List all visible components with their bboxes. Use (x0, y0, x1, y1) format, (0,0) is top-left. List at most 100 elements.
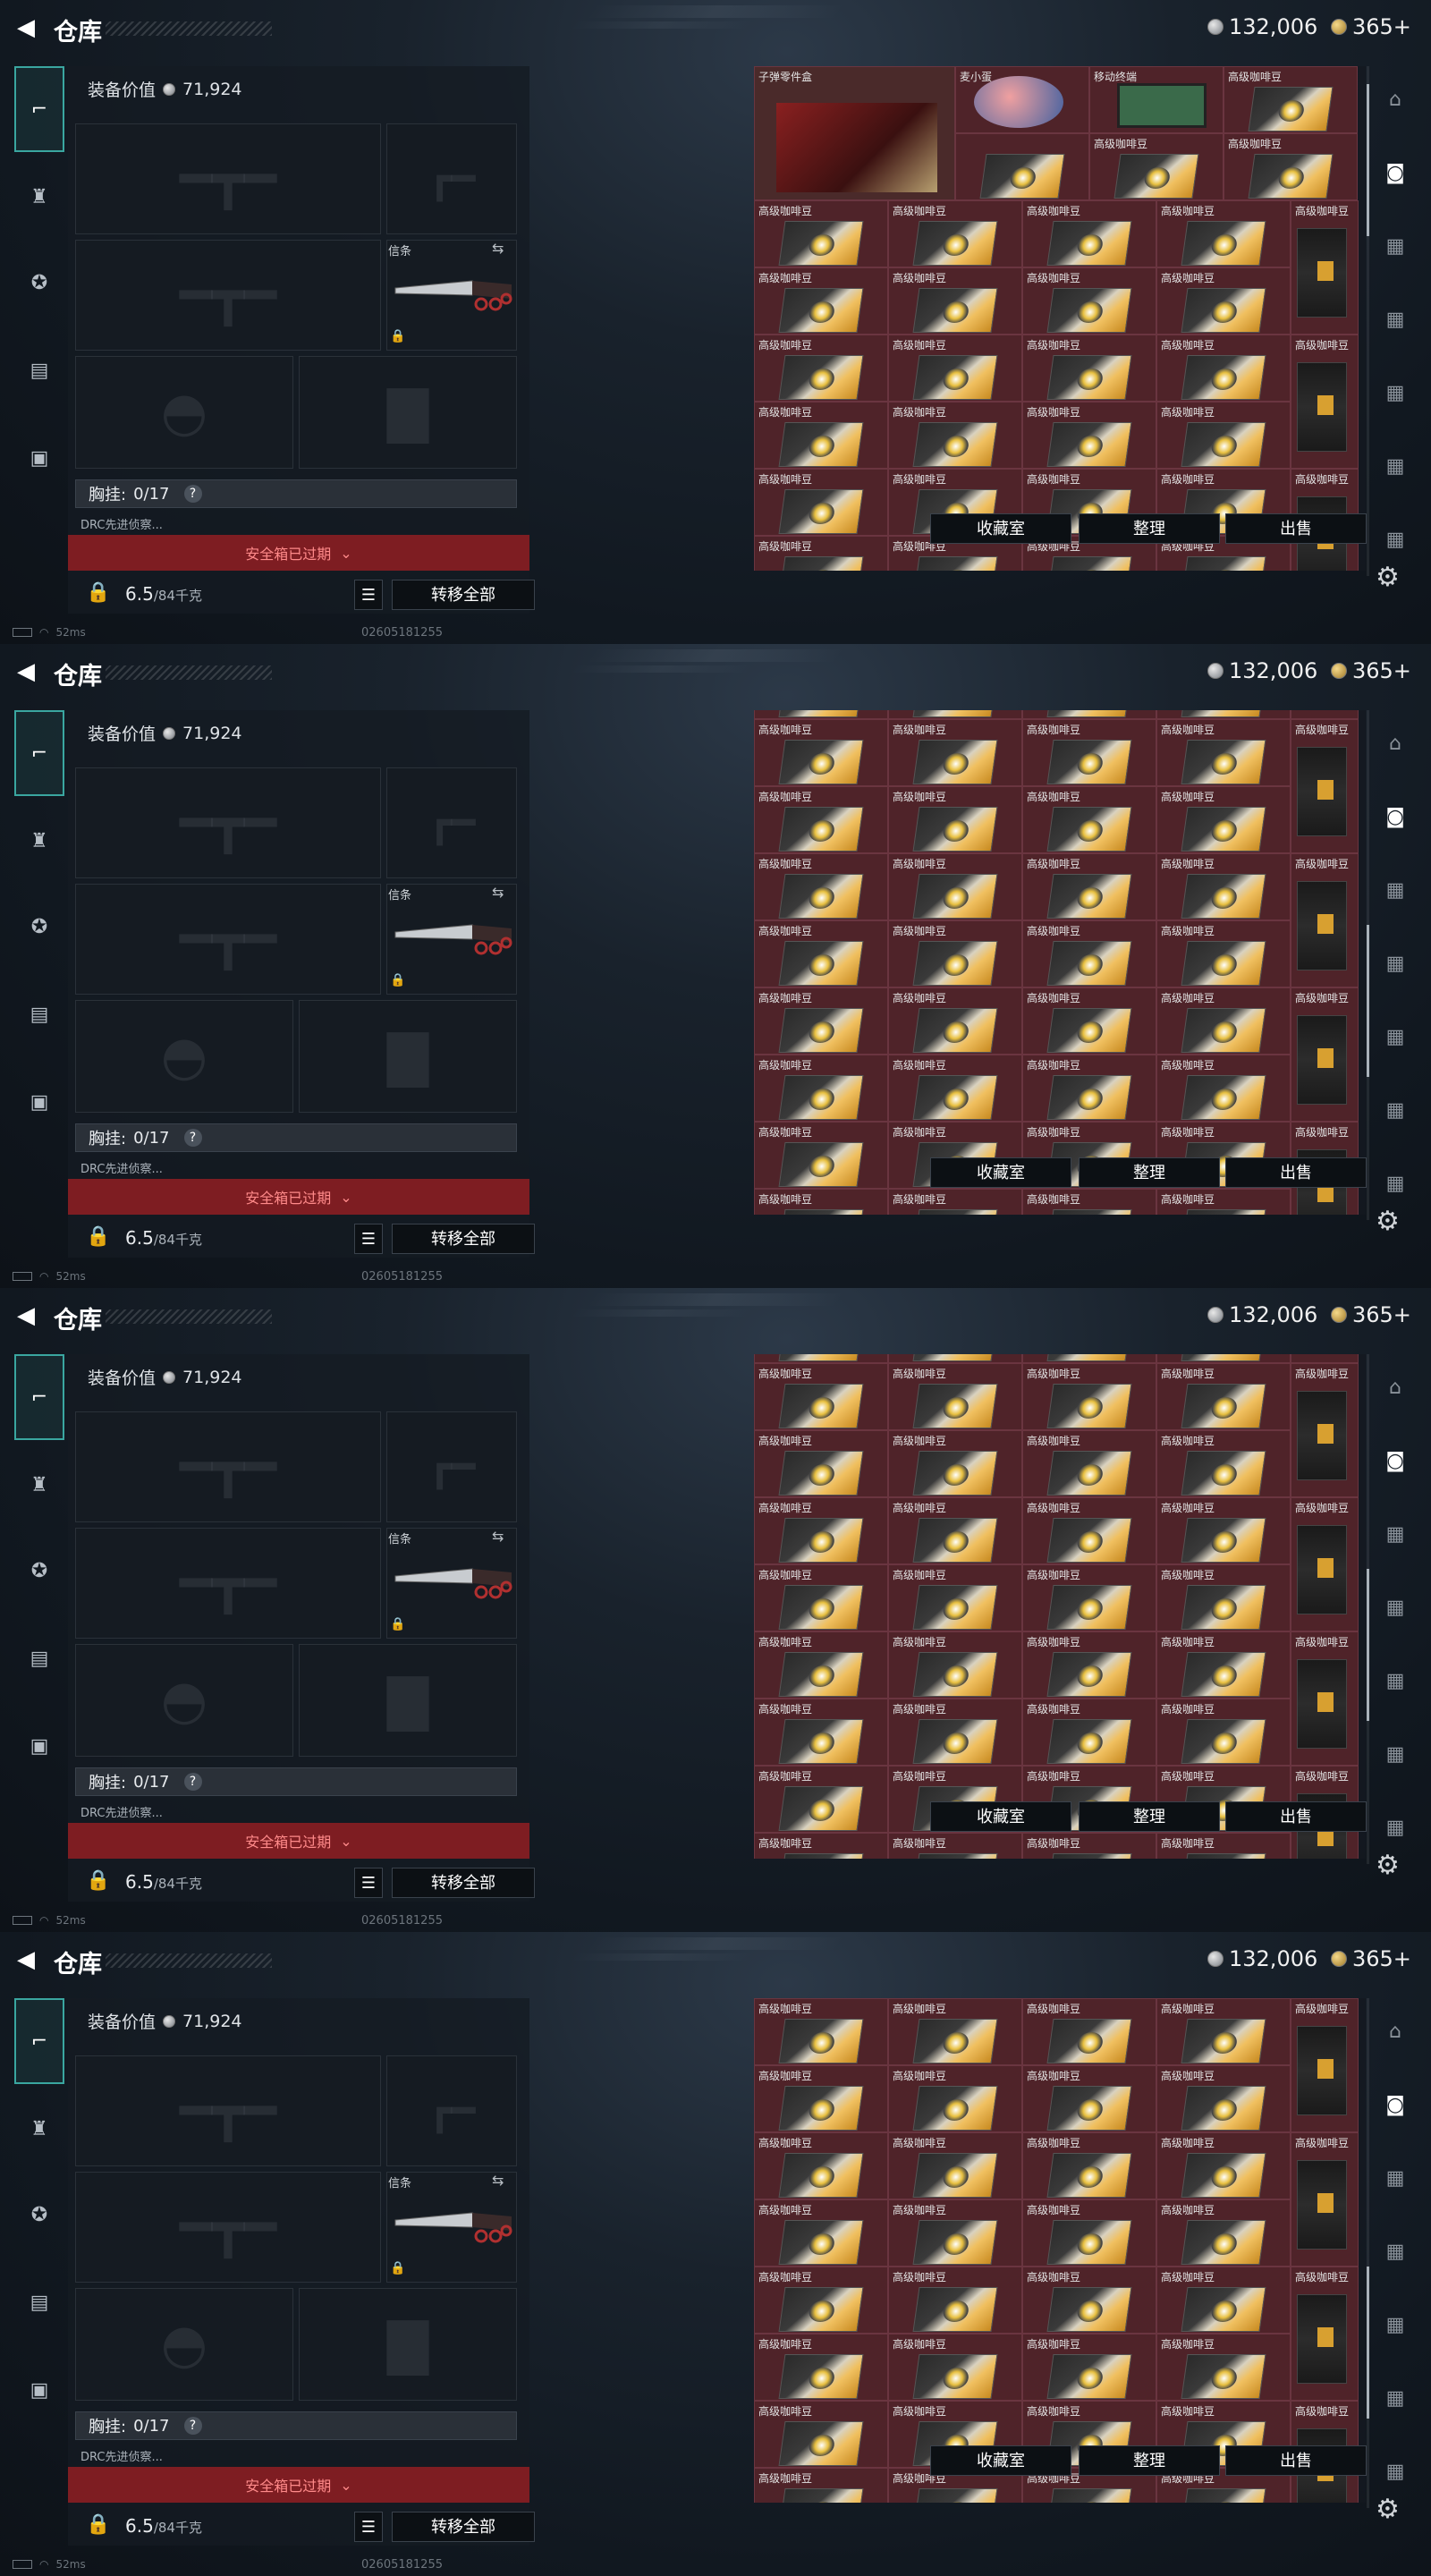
sort-button[interactable]: 整理 (1079, 1801, 1220, 1832)
coffee-item-cell[interactable]: 高级咖啡豆 (1022, 920, 1156, 987)
chest-rig-row[interactable]: 胸挂: 0/17 ? (75, 1767, 517, 1796)
coffee-bag-cell[interactable]: 高级咖啡豆 (1291, 1631, 1359, 1766)
left-nav-gun[interactable]: ⌐ (14, 710, 64, 796)
coffee-item-cell[interactable]: 高级咖啡豆 (1022, 1497, 1156, 1564)
right-nav-item[interactable]: ◙ (1377, 156, 1413, 191)
transfer-all-button[interactable]: 转移全部 (392, 580, 535, 610)
coffee-item-cell[interactable]: 高级咖啡豆 (1022, 402, 1156, 469)
coffee-item-cell[interactable]: 高级咖啡豆 (754, 1564, 888, 1631)
coffee-item-cell[interactable]: 高级咖啡豆 (1022, 1631, 1156, 1699)
right-nav-item[interactable]: ▦ (1377, 229, 1413, 265)
left-nav-gun[interactable]: ⌐ (14, 1354, 64, 1440)
coffee-item-cell[interactable]: 高级咖啡豆 (888, 1430, 1022, 1497)
right-nav-item[interactable]: ▦ (1377, 946, 1413, 982)
left-nav-briefcase[interactable]: ▣ (14, 1077, 64, 1127)
coffee-item-cell[interactable]: 高级咖啡豆 (1156, 1998, 1291, 2065)
coffee-item-cell[interactable]: 高级咖啡豆 (888, 2199, 1022, 2267)
coffee-item-cell[interactable]: 高级咖啡豆 (1156, 1055, 1291, 1122)
sell-button[interactable]: 出售 (1225, 513, 1367, 544)
coffee-item-cell[interactable]: 高级咖啡豆 (754, 1354, 888, 1363)
sort-button[interactable]: 整理 (1079, 1157, 1220, 1188)
right-nav-item[interactable]: ◙ (1377, 2088, 1413, 2123)
coffee-item-cell[interactable]: 高级咖啡豆 (1156, 1189, 1291, 1215)
right-nav-item[interactable]: ⌂ (1377, 82, 1413, 118)
left-nav-medal[interactable]: ✪ (14, 258, 64, 308)
coffee-item-cell[interactable]: 高级咖啡豆 (1022, 2065, 1156, 2132)
list-view-button[interactable]: ☰ (354, 1868, 383, 1898)
coffee-item-cell[interactable]: 高级咖啡豆 (888, 1354, 1022, 1363)
coffee-item-cell[interactable]: 高级咖啡豆 (1022, 1998, 1156, 2065)
gold-currency[interactable]: 365+ (1331, 1302, 1411, 1327)
help-icon[interactable]: ? (183, 485, 202, 503)
left-nav-armor[interactable]: ♜ (14, 2104, 64, 2154)
coffee-item-cell[interactable]: 高级咖啡豆 (754, 920, 888, 987)
coffee-bag-cell[interactable]: 高级咖啡豆 (1291, 719, 1359, 853)
secondary-weapon-slot[interactable]: ━┳━ (75, 1528, 381, 1639)
swap-icon[interactable]: ⇆ (492, 2172, 504, 2189)
coffee-item-cell[interactable]: 高级咖啡豆 (754, 1699, 888, 1766)
armor-slot[interactable]: ▇ (299, 356, 517, 469)
coffee-item-cell[interactable]: 高级咖啡豆 (1022, 2334, 1156, 2401)
coffee-item-cell[interactable]: 高级咖啡豆 (1156, 2334, 1291, 2401)
coffee-item-cell[interactable]: 高级咖啡豆 (1022, 1189, 1156, 1215)
coffee-bag-cell[interactable]: 高级咖啡豆 (1291, 710, 1359, 719)
right-nav-item[interactable]: ▦ (1377, 1664, 1413, 1699)
coffee-item-cell[interactable]: 高级咖啡豆 (1022, 1430, 1156, 1497)
helmet-slot[interactable]: ◓ (75, 1000, 293, 1113)
right-nav-item[interactable]: ▦ (1377, 1517, 1413, 1553)
left-nav-gun[interactable]: ⌐ (14, 1998, 64, 2084)
coffee-item-cell[interactable]: 高级咖啡豆 (754, 469, 888, 536)
coffee-item-cell[interactable]: 高级咖啡豆 (754, 1998, 888, 2065)
coffee-item-cell[interactable]: 高级咖啡豆 (1022, 1564, 1156, 1631)
coffee-item-cell[interactable]: 高级咖啡豆 (1156, 1430, 1291, 1497)
tablet-item-cell[interactable]: 移动终端 (1089, 66, 1224, 133)
coffee-item-cell[interactable] (955, 133, 1089, 200)
left-nav-armor[interactable]: ♜ (14, 1460, 64, 1510)
gear-icon[interactable]: ⚙ (1376, 562, 1400, 593)
coffee-item-cell[interactable]: 高级咖啡豆 (888, 2132, 1022, 2199)
sell-button[interactable]: 出售 (1225, 1801, 1367, 1832)
primary-weapon-slot[interactable]: ━┳━ (75, 767, 381, 878)
silver-currency[interactable]: 132,006 (1207, 1302, 1317, 1327)
coffee-item-cell[interactable]: 高级咖啡豆 (1022, 710, 1156, 719)
coffee-item-cell[interactable]: 高级咖啡豆 (754, 402, 888, 469)
coffee-bag-cell[interactable]: 高级咖啡豆 (1291, 1998, 1359, 2132)
gear-icon[interactable]: ⚙ (1376, 1206, 1400, 1237)
coffee-item-cell[interactable]: 高级咖啡豆 (1156, 853, 1291, 920)
sell-button[interactable]: 出售 (1225, 2445, 1367, 2476)
coffee-item-cell[interactable]: 高级咖啡豆 (1156, 267, 1291, 335)
coffee-item-cell[interactable]: 高级咖啡豆 (754, 267, 888, 335)
right-nav-item[interactable]: ▦ (1377, 1810, 1413, 1846)
coffee-item-cell[interactable]: 高级咖啡豆 (1156, 402, 1291, 469)
right-nav-item[interactable]: ▦ (1377, 1590, 1413, 1626)
coffee-bag-cell[interactable]: 高级咖啡豆 (1291, 2132, 1359, 2267)
coffee-item-cell[interactable]: 高级咖啡豆 (888, 1833, 1022, 1859)
swap-icon[interactable]: ⇆ (492, 884, 504, 901)
coffee-item-cell[interactable]: 高级咖啡豆 (888, 1189, 1022, 1215)
left-nav-briefcase[interactable]: ▣ (14, 433, 64, 483)
coffee-item-cell[interactable]: 高级咖啡豆 (888, 1055, 1022, 1122)
coffee-item-cell[interactable]: 高级咖啡豆 (1022, 853, 1156, 920)
coffee-item-cell[interactable]: 高级咖啡豆 (1156, 1564, 1291, 1631)
coffee-item-cell[interactable]: 高级咖啡豆 (888, 853, 1022, 920)
left-nav-clipboard[interactable]: ▤ (14, 2277, 64, 2327)
coffee-bag-cell[interactable]: 高级咖啡豆 (1291, 853, 1359, 987)
coffee-item-cell[interactable]: 高级咖啡豆 (1156, 2267, 1291, 2334)
primary-weapon-slot[interactable]: ━┳━ (75, 1411, 381, 1522)
collection-button[interactable]: 收藏室 (930, 2445, 1071, 2476)
coffee-bag-cell[interactable]: 高级咖啡豆 (1291, 200, 1359, 335)
swap-icon[interactable]: ⇆ (492, 1528, 504, 1545)
coffee-item-cell[interactable]: 高级咖啡豆 (1156, 2132, 1291, 2199)
coffee-item-cell[interactable]: 高级咖啡豆 (754, 853, 888, 920)
coffee-item-cell[interactable]: 高级咖啡豆 (1156, 987, 1291, 1055)
coffee-item-cell[interactable]: 高级咖啡豆 (754, 2199, 888, 2267)
coffee-item-cell[interactable]: 高级咖啡豆 (888, 786, 1022, 853)
pistol-slot[interactable]: ┏━ (386, 767, 517, 878)
coffee-item-cell[interactable]: 高级咖啡豆 (754, 2065, 888, 2132)
coffee-item-cell[interactable]: 高级咖啡豆 (1156, 1354, 1291, 1363)
coffee-item-cell[interactable]: 高级咖啡豆 (888, 1631, 1022, 1699)
coffee-item-cell[interactable]: 高级咖啡豆 (888, 1998, 1022, 2065)
right-nav-item[interactable]: ▦ (1377, 376, 1413, 411)
coffee-item-cell[interactable]: 高级咖啡豆 (754, 1833, 888, 1859)
coffee-item-cell[interactable]: 高级咖啡豆 (888, 402, 1022, 469)
